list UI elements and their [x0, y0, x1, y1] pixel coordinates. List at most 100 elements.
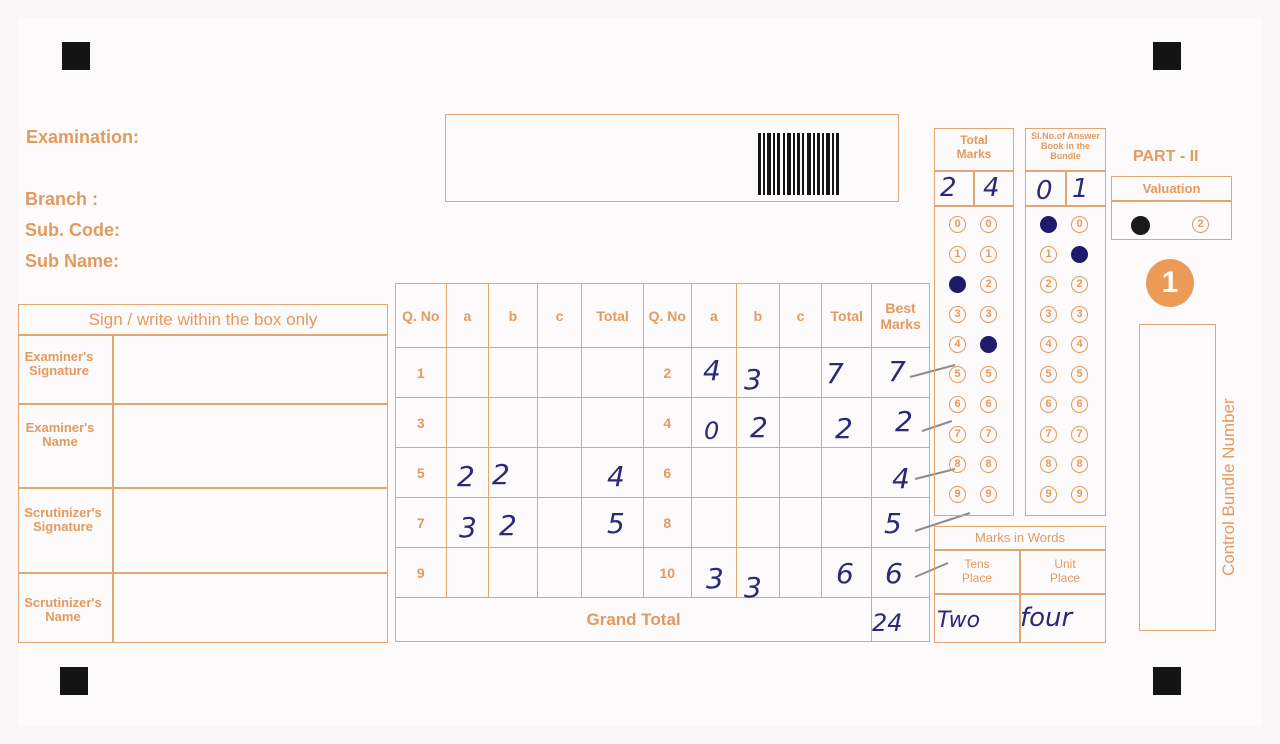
digit-bubble-3[interactable]: 3: [1071, 306, 1088, 323]
digit-bubble-3[interactable]: 3: [949, 306, 966, 323]
mark-q5-total: 4: [607, 460, 625, 493]
examination-label: Examination:: [26, 127, 140, 147]
scrutinizer-name-label: Scrutinizer's Name: [24, 595, 102, 624]
digit-bubble-1[interactable]: 1: [1071, 246, 1088, 263]
digit-bubble-9[interactable]: 9: [949, 486, 966, 503]
digit-bubble-5[interactable]: 5: [980, 366, 997, 383]
mark-q10-a: 3: [706, 562, 724, 595]
mark-q4-b: 2: [750, 411, 768, 444]
digit-bubble-0[interactable]: 0: [980, 216, 997, 233]
sign-row-divider: [18, 572, 388, 574]
digit-bubble-3[interactable]: 3: [980, 306, 997, 323]
header-best-marks: Best Marks: [871, 283, 930, 348]
digit-bubble-7[interactable]: 7: [980, 426, 997, 443]
qno-cell: 8: [642, 497, 692, 548]
header-c-2: c: [778, 283, 823, 348]
digit-bubble-2[interactable]: 2: [1071, 276, 1088, 293]
digit-bubble-1[interactable]: 1: [1040, 246, 1057, 263]
digit-bubble-1[interactable]: 1: [980, 246, 997, 263]
valuation-option-1[interactable]: 1: [1131, 216, 1150, 235]
divider: [1111, 200, 1232, 202]
digit-bubble-8[interactable]: 8: [1071, 456, 1088, 473]
registration-marker-bottom-right: [1153, 667, 1181, 695]
grand-total-label: Grand Total: [394, 597, 873, 642]
table-row: 5 6: [395, 447, 930, 498]
digit-bubble-7[interactable]: 7: [1040, 426, 1057, 443]
tens-place-value: Two: [937, 608, 981, 633]
digit-bubble-4[interactable]: 4: [1040, 336, 1057, 353]
branch-label: Branch :: [25, 189, 99, 209]
qno-cell: 3: [395, 397, 447, 448]
digit-bubble-1[interactable]: 1: [949, 246, 966, 263]
total-marks-tens-digit: 2: [940, 173, 957, 203]
qno-cell: 1: [395, 347, 447, 398]
digit-bubble-4[interactable]: 4: [980, 336, 997, 353]
digit-bubble-6[interactable]: 6: [980, 396, 997, 413]
divider: [973, 170, 975, 206]
registration-marker-top-left: [62, 42, 90, 70]
sign-box-title: Sign / write within the box only: [88, 310, 318, 329]
mark-q5-b: 2: [492, 458, 510, 491]
digit-bubble-4[interactable]: 4: [1071, 336, 1088, 353]
header-c-1: c: [536, 283, 583, 348]
header-qno-1: Q. No: [395, 283, 447, 348]
valuation-option-2[interactable]: 2: [1192, 216, 1209, 233]
digit-bubble-9[interactable]: 9: [980, 486, 997, 503]
sub-code-label: Sub. Code:: [25, 220, 120, 240]
mark-q4-a: 0: [704, 417, 720, 445]
digit-bubble-6[interactable]: 6: [1071, 396, 1088, 413]
digit-bubble-2[interactable]: 2: [980, 276, 997, 293]
digit-bubble-0[interactable]: 0: [949, 216, 966, 233]
qno-cell: 4: [642, 397, 692, 448]
unit-place-value: four: [1020, 603, 1073, 633]
digit-bubble-2[interactable]: 2: [949, 276, 966, 293]
mark-q2-total: 7: [826, 357, 844, 390]
qno-cell: 7: [395, 497, 447, 548]
header-qno-2: Q. No: [642, 283, 692, 348]
digit-bubble-7[interactable]: 7: [949, 426, 966, 443]
tens-place-label: Tens Place: [961, 557, 993, 585]
digit-bubble-0[interactable]: 0: [1040, 216, 1057, 233]
registration-marker-top-right: [1153, 42, 1181, 70]
header-b-1: b: [488, 283, 538, 348]
digit-bubble-6[interactable]: 6: [949, 396, 966, 413]
qno-cell: 6: [642, 447, 692, 498]
valuation-number-badge: 1: [1146, 259, 1194, 307]
digit-bubble-4[interactable]: 4: [949, 336, 966, 353]
table-row: 1 2: [395, 347, 930, 398]
unit-place-label: Unit Place: [1049, 557, 1081, 585]
digit-bubble-8[interactable]: 8: [949, 456, 966, 473]
digit-bubble-5[interactable]: 5: [1071, 366, 1088, 383]
digit-bubble-7[interactable]: 7: [1071, 426, 1088, 443]
mark-q7-total: 5: [607, 507, 625, 540]
digit-bubble-6[interactable]: 6: [1040, 396, 1057, 413]
digit-bubble-3[interactable]: 3: [1040, 306, 1057, 323]
digit-bubble-8[interactable]: 8: [1040, 456, 1057, 473]
total-marks-units-digit: 4: [983, 173, 1000, 203]
header-b-2: b: [736, 283, 780, 348]
marks-in-words-label: Marks in Words: [974, 530, 1066, 545]
examiner-signature-label: Examiner's Signature: [24, 349, 94, 378]
digit-bubble-2[interactable]: 2: [1040, 276, 1057, 293]
digit-bubble-5[interactable]: 5: [1040, 366, 1057, 383]
header-a-1: a: [445, 283, 490, 348]
qno-cell: 5: [395, 447, 447, 498]
sign-row-divider: [18, 487, 388, 489]
scrutinizer-signature-label: Scrutinizer's Signature: [24, 505, 102, 534]
digit-bubble-9[interactable]: 9: [1040, 486, 1057, 503]
answer-book-digit-2: 1: [1072, 174, 1089, 204]
sign-box-divider: [18, 334, 388, 336]
digit-bubble-8[interactable]: 8: [980, 456, 997, 473]
digit-bubble-5[interactable]: 5: [949, 366, 966, 383]
control-bundle-box: [1139, 324, 1216, 631]
mark-q2-b: 3: [744, 363, 762, 396]
sign-box-column-divider: [112, 334, 114, 643]
barcode-icon: [758, 133, 839, 195]
header-total-2: Total: [821, 283, 873, 348]
examiner-name-label: Examiner's Name: [25, 420, 95, 449]
part-label: PART - II: [1133, 148, 1199, 165]
divider: [1065, 170, 1067, 206]
digit-bubble-9[interactable]: 9: [1071, 486, 1088, 503]
digit-bubble-0[interactable]: 0: [1071, 216, 1088, 233]
answer-book-label: Sl.No.of Answer Book in the Bundle: [1031, 131, 1100, 161]
